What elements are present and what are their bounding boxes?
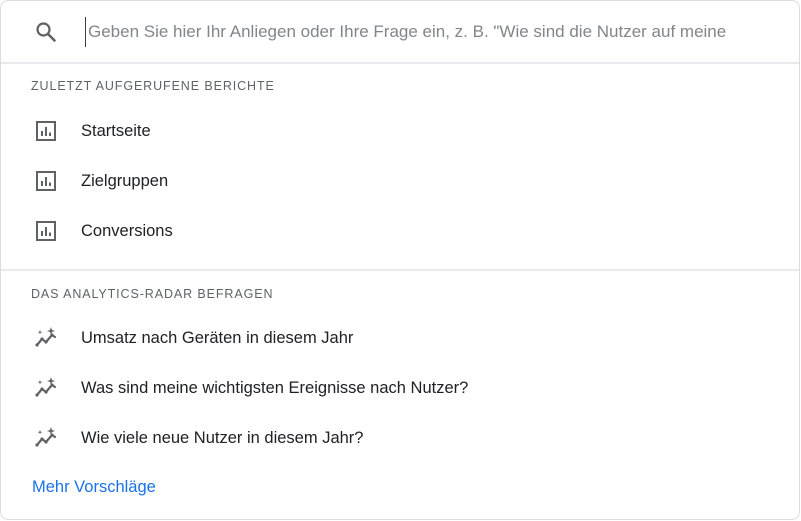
search-icon[interactable]: [34, 20, 58, 44]
radar-suggestion-item-ereignisse[interactable]: Was sind meine wichtigsten Ereignisse na…: [1, 366, 799, 410]
recent-report-label: Zielgruppen: [81, 171, 169, 190]
section-heading-analytics-radar: DAS ANALYTICS-RADAR BEFRAGEN: [31, 287, 274, 301]
radar-suggestion-item-umsatz[interactable]: Umsatz nach Geräten in diesem Jahr: [1, 316, 799, 360]
divider: [1, 269, 799, 271]
insights-icon: [35, 377, 57, 397]
recent-report-label: Conversions: [81, 221, 173, 240]
insights-icon: [35, 327, 57, 347]
report-icon: [36, 171, 56, 191]
radar-suggestion-label: Was sind meine wichtigsten Ereignisse na…: [81, 378, 469, 397]
recent-report-item-conversions[interactable]: Conversions: [1, 209, 799, 253]
section-heading-recent-reports: ZULETZT AUFGERUFENE BERICHTE: [31, 79, 275, 93]
recent-report-item-startseite[interactable]: Startseite: [1, 109, 799, 153]
recent-report-item-zielgruppen[interactable]: Zielgruppen: [1, 159, 799, 203]
radar-suggestion-label: Umsatz nach Geräten in diesem Jahr: [81, 328, 354, 347]
search-input[interactable]: [85, 17, 799, 47]
search-bar: [1, 1, 799, 63]
divider: [1, 62, 799, 64]
insights-icon: [35, 427, 57, 447]
report-icon: [36, 121, 56, 141]
more-suggestions-link[interactable]: Mehr Vorschläge: [32, 478, 156, 497]
radar-suggestion-label: Wie viele neue Nutzer in diesem Jahr?: [81, 428, 364, 447]
search-suggestions-panel: ZULETZT AUFGERUFENE BERICHTE Startseite …: [0, 0, 800, 520]
recent-report-label: Startseite: [81, 121, 151, 140]
report-icon: [36, 221, 56, 241]
radar-suggestion-item-neue-nutzer[interactable]: Wie viele neue Nutzer in diesem Jahr?: [1, 416, 799, 460]
